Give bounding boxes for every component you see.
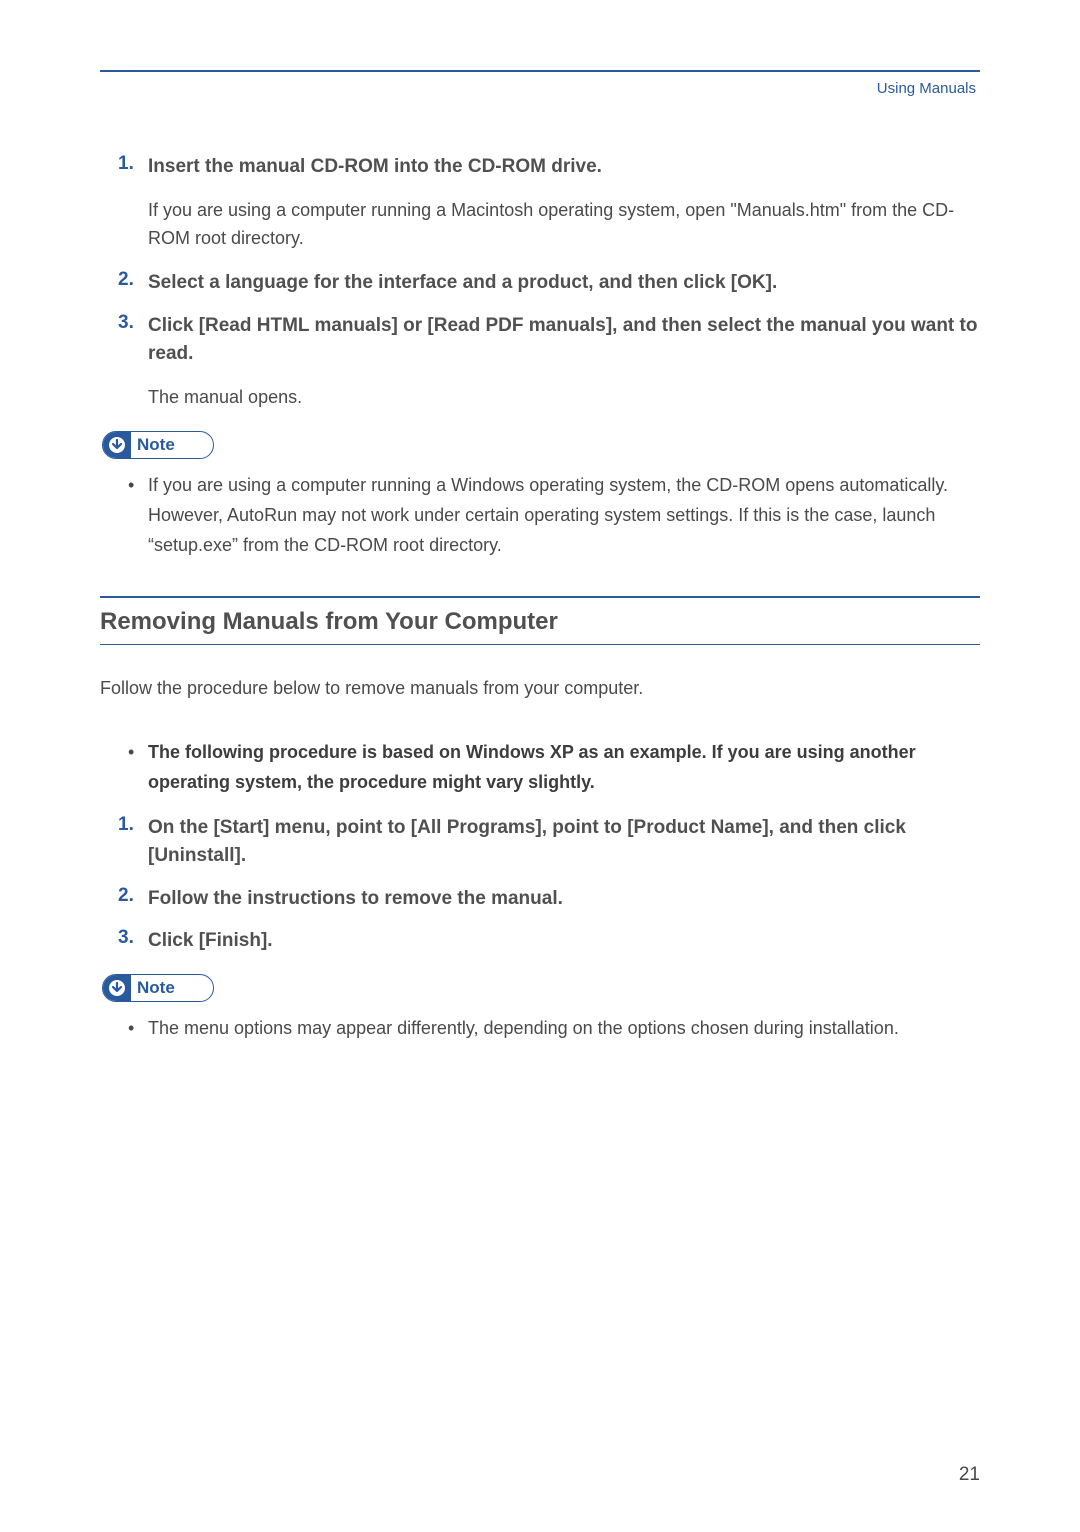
- step-item: 3. Click [Finish].: [100, 927, 980, 956]
- breadcrumb: Using Manuals: [100, 80, 980, 97]
- page-content: Using Manuals 1. Insert the manual CD-RO…: [0, 0, 1080, 1044]
- step-number: 3.: [118, 312, 148, 369]
- step-number: 1.: [118, 814, 148, 871]
- heading-bottom-rule: [100, 644, 980, 645]
- heading-top-rule: [100, 596, 980, 598]
- heading-text: Removing Manuals from Your Computer: [100, 608, 980, 636]
- step-text: Click [Read HTML manuals] or [Read PDF m…: [148, 312, 980, 369]
- note-label: Note: [131, 978, 175, 998]
- step-text: Click [Finish].: [148, 927, 273, 956]
- section-intro: Follow the procedure below to remove man…: [100, 675, 980, 702]
- page-number: 21: [959, 1464, 980, 1486]
- step-number: 2.: [118, 885, 148, 914]
- step-text: Follow the instructions to remove the ma…: [148, 885, 563, 914]
- arrow-down-circle-icon: [103, 431, 131, 459]
- step-text: On the [Start] menu, point to [All Progr…: [148, 814, 980, 871]
- bullet-text: The menu options may appear differently,…: [148, 1014, 899, 1044]
- step-text: Select a language for the interface and …: [148, 269, 777, 298]
- step-item: 2. Select a language for the interface a…: [100, 269, 980, 298]
- step-number: 2.: [118, 269, 148, 298]
- step-item: 1. Insert the manual CD-ROM into the CD-…: [100, 153, 980, 182]
- step-subtext: The manual opens.: [148, 383, 980, 412]
- note-bullet: • The menu options may appear differentl…: [128, 1014, 980, 1044]
- arrow-down-circle-icon: [103, 974, 131, 1002]
- note-bullet: • If you are using a computer running a …: [128, 471, 980, 560]
- note-label: Note: [131, 435, 175, 455]
- bullet-text: If you are using a computer running a Wi…: [148, 471, 980, 560]
- section-heading: Removing Manuals from Your Computer: [100, 596, 980, 645]
- step-item: 3. Click [Read HTML manuals] or [Read PD…: [100, 312, 980, 369]
- pre-bullet: • The following procedure is based on Wi…: [128, 738, 980, 797]
- step-subtext: If you are using a computer running a Ma…: [148, 196, 980, 254]
- note-badge: Note: [102, 431, 214, 459]
- step-text: Insert the manual CD-ROM into the CD-ROM…: [148, 153, 602, 182]
- note-badge: Note: [102, 974, 214, 1002]
- step-number: 1.: [118, 153, 148, 182]
- bullet-dot: •: [128, 738, 148, 797]
- bullet-dot: •: [128, 471, 148, 560]
- header-rule: [100, 70, 980, 72]
- bullet-dot: •: [128, 1014, 148, 1044]
- step-item: 1. On the [Start] menu, point to [All Pr…: [100, 814, 980, 871]
- bullet-text: The following procedure is based on Wind…: [148, 738, 980, 797]
- step-item: 2. Follow the instructions to remove the…: [100, 885, 980, 914]
- step-number: 3.: [118, 927, 148, 956]
